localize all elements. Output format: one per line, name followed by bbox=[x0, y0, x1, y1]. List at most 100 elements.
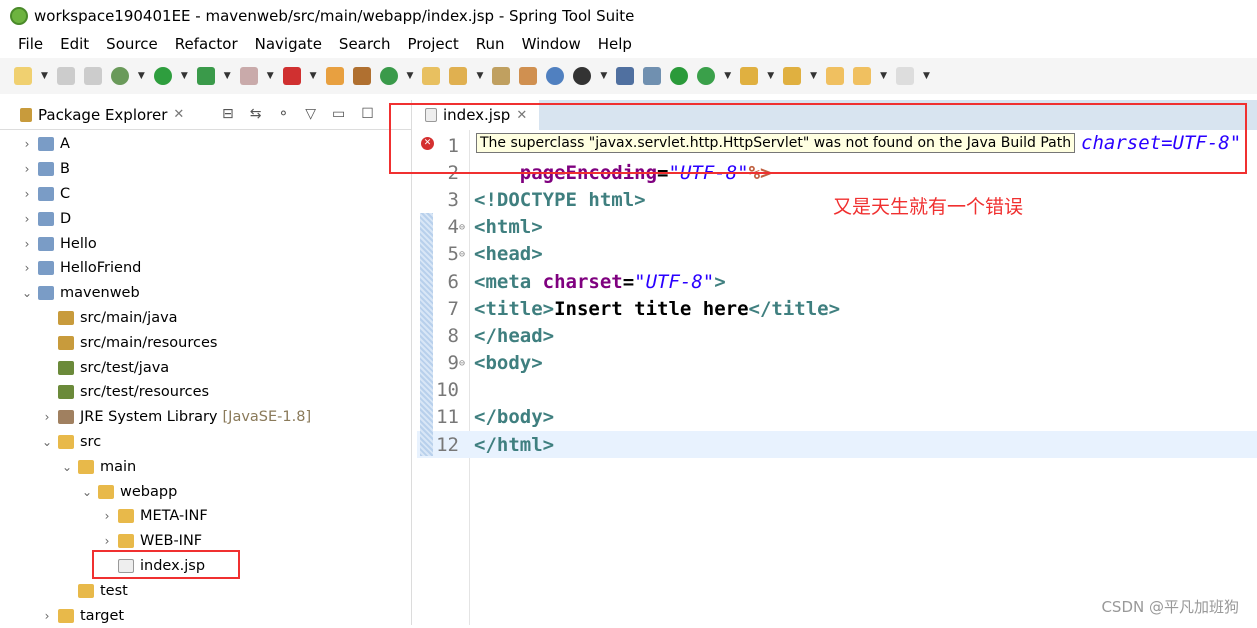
open-type-icon[interactable] bbox=[422, 67, 441, 85]
tree-item[interactable]: src/main/resources bbox=[0, 330, 410, 355]
close-icon[interactable]: ✕ bbox=[173, 107, 184, 122]
chevron-right-icon[interactable]: › bbox=[40, 410, 54, 424]
menu-project[interactable]: Project bbox=[407, 35, 458, 53]
pin-icon[interactable] bbox=[643, 67, 662, 85]
dropdown-icon[interactable]: ▼ bbox=[724, 71, 731, 81]
chevron-right-icon[interactable]: › bbox=[20, 237, 34, 251]
new-project-icon[interactable] bbox=[325, 67, 344, 85]
menu-source[interactable]: Source bbox=[106, 35, 158, 53]
maximize-icon[interactable]: ☐ bbox=[361, 106, 374, 122]
user-icon[interactable] bbox=[573, 67, 592, 85]
menu-window[interactable]: Window bbox=[522, 35, 581, 53]
chevron-down-icon[interactable]: ⌄ bbox=[40, 435, 54, 449]
chevron-right-icon[interactable]: › bbox=[20, 187, 34, 201]
tree-item[interactable]: src/main/java bbox=[0, 306, 410, 331]
pkg-icon bbox=[58, 310, 74, 325]
tree-item[interactable]: › META-INF bbox=[0, 504, 410, 529]
code-area[interactable]: 12 pageEncoding="UTF-8"%> 3 <!DOCTYPE html… bbox=[417, 132, 1257, 459]
chevron-right-icon[interactable]: › bbox=[100, 509, 114, 523]
filter-icon[interactable]: ⚬ bbox=[277, 106, 289, 122]
debug-icon[interactable] bbox=[110, 67, 129, 85]
dropdown-icon[interactable]: ▼ bbox=[138, 71, 145, 81]
menu-file[interactable]: File bbox=[18, 35, 43, 53]
dropdown-icon[interactable]: ▼ bbox=[407, 71, 414, 81]
deploy-icon[interactable] bbox=[282, 67, 301, 85]
chevron-down-icon[interactable]: ⌄ bbox=[80, 485, 94, 499]
jar-icon bbox=[58, 385, 74, 400]
dropdown-icon[interactable]: ▼ bbox=[181, 71, 188, 81]
globe-icon[interactable] bbox=[546, 67, 565, 85]
collapse-all-icon[interactable]: ⊟ bbox=[222, 106, 234, 122]
open-resource-icon[interactable] bbox=[519, 67, 538, 85]
new-class-icon[interactable] bbox=[379, 67, 398, 85]
chevron-right-icon[interactable]: › bbox=[20, 137, 34, 151]
tree-item[interactable]: src/test/resources bbox=[0, 380, 410, 405]
chevron-right-icon[interactable]: › bbox=[100, 534, 114, 548]
tree-item[interactable]: › A bbox=[0, 132, 410, 157]
fold-icon[interactable]: ⊖ bbox=[459, 358, 471, 369]
tree-item[interactable]: › HelloFriend bbox=[0, 256, 410, 281]
menu-navigate[interactable]: Navigate bbox=[255, 35, 322, 53]
code-text: <head> bbox=[471, 243, 543, 265]
chevron-right-icon[interactable]: › bbox=[20, 162, 34, 176]
menu-help[interactable]: Help bbox=[598, 35, 632, 53]
tree-item[interactable]: src/test/java bbox=[0, 355, 410, 380]
dropdown-icon[interactable]: ▼ bbox=[476, 71, 483, 81]
tree-item[interactable]: › JRE System Library [JavaSE-1.8] bbox=[0, 405, 410, 430]
link-editor-icon[interactable]: ⇆ bbox=[250, 106, 262, 122]
fold-icon[interactable]: ⊖ bbox=[459, 222, 471, 233]
view-menu-icon[interactable]: ▽ bbox=[305, 106, 316, 122]
tree-item[interactable]: › D bbox=[0, 206, 410, 231]
dropdown-icon[interactable]: ▼ bbox=[880, 71, 887, 81]
code-line: 6 <meta charset="UTF-8"> bbox=[417, 268, 1257, 295]
tree-item[interactable]: ⌄ mavenweb bbox=[0, 281, 410, 306]
chevron-right-icon[interactable]: › bbox=[20, 261, 34, 275]
dropdown-icon[interactable]: ▼ bbox=[224, 71, 231, 81]
dropdown-icon[interactable]: ▼ bbox=[600, 71, 607, 81]
next-annotation-icon[interactable] bbox=[740, 67, 759, 85]
last-edit-icon[interactable] bbox=[826, 67, 845, 85]
dropdown-icon[interactable]: ▼ bbox=[41, 71, 48, 81]
save-all-icon[interactable] bbox=[83, 67, 102, 85]
prev-annotation-icon[interactable] bbox=[783, 67, 802, 85]
fold-icon[interactable]: ⊖ bbox=[459, 249, 471, 260]
console-icon[interactable] bbox=[616, 67, 635, 85]
power-icon[interactable] bbox=[670, 67, 689, 85]
code-token: <title> bbox=[474, 297, 555, 320]
tree-item[interactable]: ⌄ src bbox=[0, 430, 410, 455]
chevron-right-icon[interactable]: › bbox=[20, 212, 34, 226]
dropdown-icon[interactable]: ▼ bbox=[810, 71, 817, 81]
chevron-right-icon[interactable]: › bbox=[40, 609, 54, 623]
stop-icon[interactable] bbox=[239, 67, 258, 85]
open-folder-icon[interactable] bbox=[492, 67, 511, 85]
dropdown-icon[interactable]: ▼ bbox=[310, 71, 317, 81]
new-package-icon[interactable] bbox=[352, 67, 371, 85]
menu-run[interactable]: Run bbox=[476, 35, 505, 53]
chevron-down-icon[interactable]: ⌄ bbox=[60, 460, 74, 474]
open-task-icon[interactable] bbox=[449, 67, 468, 85]
tree-item[interactable]: › B bbox=[0, 157, 410, 182]
save-icon[interactable] bbox=[56, 67, 75, 85]
back-icon[interactable] bbox=[853, 67, 872, 85]
dropdown-icon[interactable]: ▼ bbox=[767, 71, 774, 81]
forward-icon[interactable] bbox=[895, 67, 914, 85]
dropdown-icon[interactable]: ▼ bbox=[923, 71, 930, 81]
chevron-down-icon[interactable]: ⌄ bbox=[20, 286, 34, 300]
menu-search[interactable]: Search bbox=[339, 35, 391, 53]
code-text: <meta charset="UTF-8"> bbox=[471, 271, 726, 293]
tree-item[interactable]: test bbox=[0, 578, 410, 603]
run-external-icon[interactable] bbox=[196, 67, 215, 85]
menu-edit[interactable]: Edit bbox=[60, 35, 89, 53]
new-icon[interactable] bbox=[14, 67, 32, 85]
menu-refactor[interactable]: Refactor bbox=[175, 35, 238, 53]
tree-item[interactable]: › target bbox=[0, 603, 410, 628]
dropdown-icon[interactable]: ▼ bbox=[267, 71, 274, 81]
tree-item[interactable]: › Hello bbox=[0, 231, 410, 256]
run-icon[interactable] bbox=[153, 67, 172, 85]
tree-item[interactable]: ⌄ webapp bbox=[0, 479, 410, 504]
tree-item[interactable]: › C bbox=[0, 182, 410, 207]
refresh-icon[interactable] bbox=[697, 67, 716, 85]
minimize-icon[interactable]: ▭ bbox=[332, 106, 345, 122]
code-token: <!DOCTYPE html> bbox=[474, 188, 646, 211]
tree-item[interactable]: ⌄ main bbox=[0, 454, 410, 479]
